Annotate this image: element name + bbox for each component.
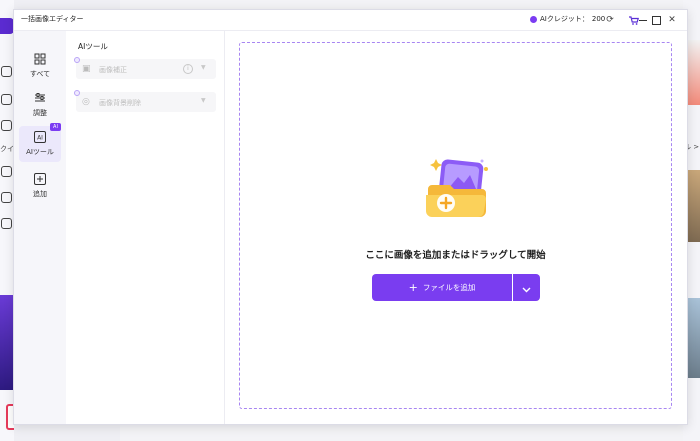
nav-item-adjust[interactable]: 調整 <box>19 87 61 123</box>
grid-icon <box>1 166 12 177</box>
chevron-down-icon[interactable]: ▼ <box>201 97 206 104</box>
background-remove-icon: ◎ <box>82 97 90 107</box>
image-icon <box>1 192 12 203</box>
image-drop-zone[interactable]: ここに画像を追加またはドラッグして開始 + ファイルを追加 <box>239 42 672 409</box>
nav-label: すべて <box>29 70 51 78</box>
add-file-label: ファイルを追加 <box>422 283 476 292</box>
background-app-logo <box>0 18 14 34</box>
background-fragment-label: クイ <box>0 145 14 153</box>
tool-background-remove[interactable]: ◎ 画像背景削除 ▼ <box>74 90 216 112</box>
window-title: 一括画像エディター <box>21 15 84 23</box>
tool-image-enhance[interactable]: ▣ 画像補正 i ▼ <box>74 57 216 79</box>
background-promo-banner <box>0 295 14 390</box>
nav-label: 追加 <box>33 190 47 198</box>
tool-marker <box>74 57 80 63</box>
nav-item-ai-tools[interactable]: AI AI AIツール <box>19 123 61 162</box>
credit-label: AIクレジット： <box>540 15 589 23</box>
monitor-icon <box>1 218 12 229</box>
sliders-icon <box>34 92 46 104</box>
add-file-dropdown-button[interactable] <box>513 274 540 301</box>
nav-item-all[interactable]: すべて <box>19 48 61 84</box>
maximize-icon[interactable] <box>649 13 663 27</box>
category-nav: すべて 調整 AI AI AIツール 追加 <box>14 31 66 424</box>
minimize-icon[interactable] <box>636 13 650 27</box>
ai-badge: AI <box>50 123 61 131</box>
tool-label: 画像背景削除 <box>99 99 141 107</box>
document-icon <box>1 120 12 131</box>
enhance-icon: ▣ <box>82 64 91 74</box>
drop-zone-title: ここに画像を追加またはドラッグして開始 <box>365 250 546 261</box>
nav-label: AIツール <box>26 148 54 156</box>
info-icon[interactable]: i <box>183 64 193 74</box>
add-box-icon <box>34 173 46 185</box>
folder-icon <box>1 94 12 105</box>
grid-icon <box>34 53 46 65</box>
tool-label: 画像補正 <box>99 66 127 74</box>
plus-icon: + <box>408 281 418 294</box>
nav-item-add[interactable]: 追加 <box>19 168 61 204</box>
title-bar: 一括画像エディター AIクレジット： 200 ⟳ ✕ <box>14 10 687 31</box>
ai-icon: AI <box>34 131 46 143</box>
home-icon <box>1 66 12 77</box>
nav-label: 調整 <box>33 109 47 117</box>
chevron-down-icon[interactable]: ▼ <box>201 64 206 71</box>
svg-text:AI: AI <box>37 135 43 142</box>
folder-image-illustration <box>422 153 492 223</box>
close-icon[interactable]: ✕ <box>665 13 679 27</box>
ai-credit-indicator: AIクレジット： 200 <box>530 14 605 24</box>
add-file-button[interactable]: + ファイルを追加 <box>372 274 512 301</box>
tools-panel-title: AIツール <box>78 42 108 51</box>
refresh-icon[interactable]: ⟳ <box>603 13 617 27</box>
credit-icon <box>530 15 537 23</box>
tool-marker <box>74 90 80 96</box>
ai-tools-panel: AIツール ▣ 画像補正 i ▼ ◎ 画像背景削除 ▼ <box>66 31 225 424</box>
chevron-down-icon <box>522 278 531 297</box>
batch-image-editor-window: 一括画像エディター AIクレジット： 200 ⟳ ✕ すべて 調整 AI AI … <box>13 9 688 425</box>
